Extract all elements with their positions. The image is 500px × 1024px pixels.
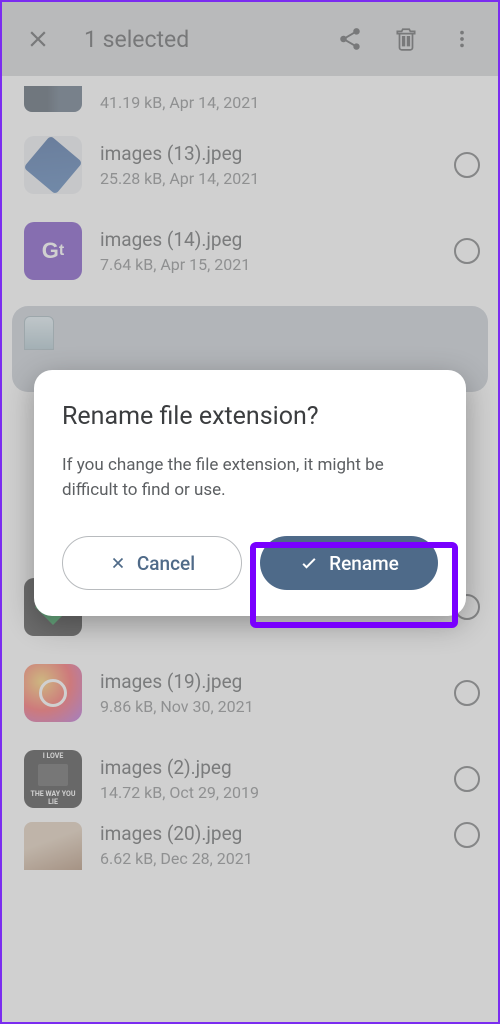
file-name: images (19).jpeg	[100, 670, 436, 693]
list-item[interactable]: I LOVE THE WAY YOU LIE images (2).jpeg 1…	[2, 736, 498, 822]
file-thumbnail	[24, 664, 82, 722]
check-icon	[299, 553, 319, 573]
close-icon	[109, 554, 127, 572]
file-thumbnail: I LOVE THE WAY YOU LIE	[24, 750, 82, 808]
more-vert-icon	[451, 28, 473, 50]
file-meta: 9.86 kB, Nov 30, 2021	[100, 697, 436, 716]
share-button[interactable]	[332, 21, 368, 57]
file-thumbnail	[24, 136, 82, 194]
select-radio[interactable]	[454, 766, 480, 792]
dialog-title: Rename file extension?	[62, 402, 438, 431]
dialog-body: If you change the file extension, it mig…	[62, 453, 438, 502]
meme-text-top: I LOVE	[43, 752, 64, 760]
share-icon	[337, 26, 363, 52]
select-radio[interactable]	[454, 680, 480, 706]
file-name: images (13).jpeg	[100, 142, 436, 165]
file-meta: 41.19 kB, Apr 14, 2021	[100, 93, 480, 112]
list-item[interactable]: images (13).jpeg 25.28 kB, Apr 14, 2021	[2, 122, 498, 208]
meme-image	[38, 764, 68, 786]
cancel-button[interactable]: Cancel	[62, 536, 242, 590]
rename-extension-dialog: Rename file extension? If you change the…	[34, 370, 466, 616]
meme-text-bottom: THE WAY YOU LIE	[26, 790, 80, 806]
file-thumbnail	[24, 86, 82, 112]
selection-count: 1 selected	[76, 26, 312, 53]
trash-icon	[393, 26, 419, 52]
file-meta: 25.28 kB, Apr 14, 2021	[100, 169, 436, 188]
close-selection-button[interactable]	[20, 21, 56, 57]
delete-button[interactable]	[388, 21, 424, 57]
dialog-actions: Cancel Rename	[62, 536, 438, 590]
file-meta: 7.64 kB, Apr 15, 2021	[100, 255, 436, 274]
rename-button[interactable]: Rename	[260, 536, 438, 590]
file-name: images (2).jpeg	[100, 756, 436, 779]
select-radio[interactable]	[454, 152, 480, 178]
list-item[interactable]: 41.19 kB, Apr 14, 2021	[2, 82, 498, 122]
file-thumbnail	[24, 316, 54, 350]
select-radio[interactable]	[454, 238, 480, 264]
file-name: images (20).jpeg	[100, 822, 436, 845]
list-item[interactable]: images (19).jpeg 9.86 kB, Nov 30, 2021	[2, 650, 498, 736]
cancel-label: Cancel	[137, 552, 195, 575]
list-item[interactable]: Gt images (14).jpeg 7.64 kB, Apr 15, 202…	[2, 208, 498, 294]
file-name: images (14).jpeg	[100, 228, 436, 251]
file-thumbnail: Gt	[24, 222, 82, 280]
rename-label: Rename	[329, 552, 399, 575]
list-item[interactable]: images (20).jpeg 6.62 kB, Dec 28, 2021	[2, 822, 498, 870]
selection-header: 1 selected	[2, 2, 498, 76]
file-thumbnail	[24, 822, 82, 870]
file-meta: 6.62 kB, Dec 28, 2021	[100, 849, 436, 868]
more-options-button[interactable]	[444, 21, 480, 57]
close-icon	[25, 26, 51, 52]
file-meta: 14.72 kB, Oct 29, 2019	[100, 783, 436, 802]
select-radio[interactable]	[454, 822, 480, 848]
